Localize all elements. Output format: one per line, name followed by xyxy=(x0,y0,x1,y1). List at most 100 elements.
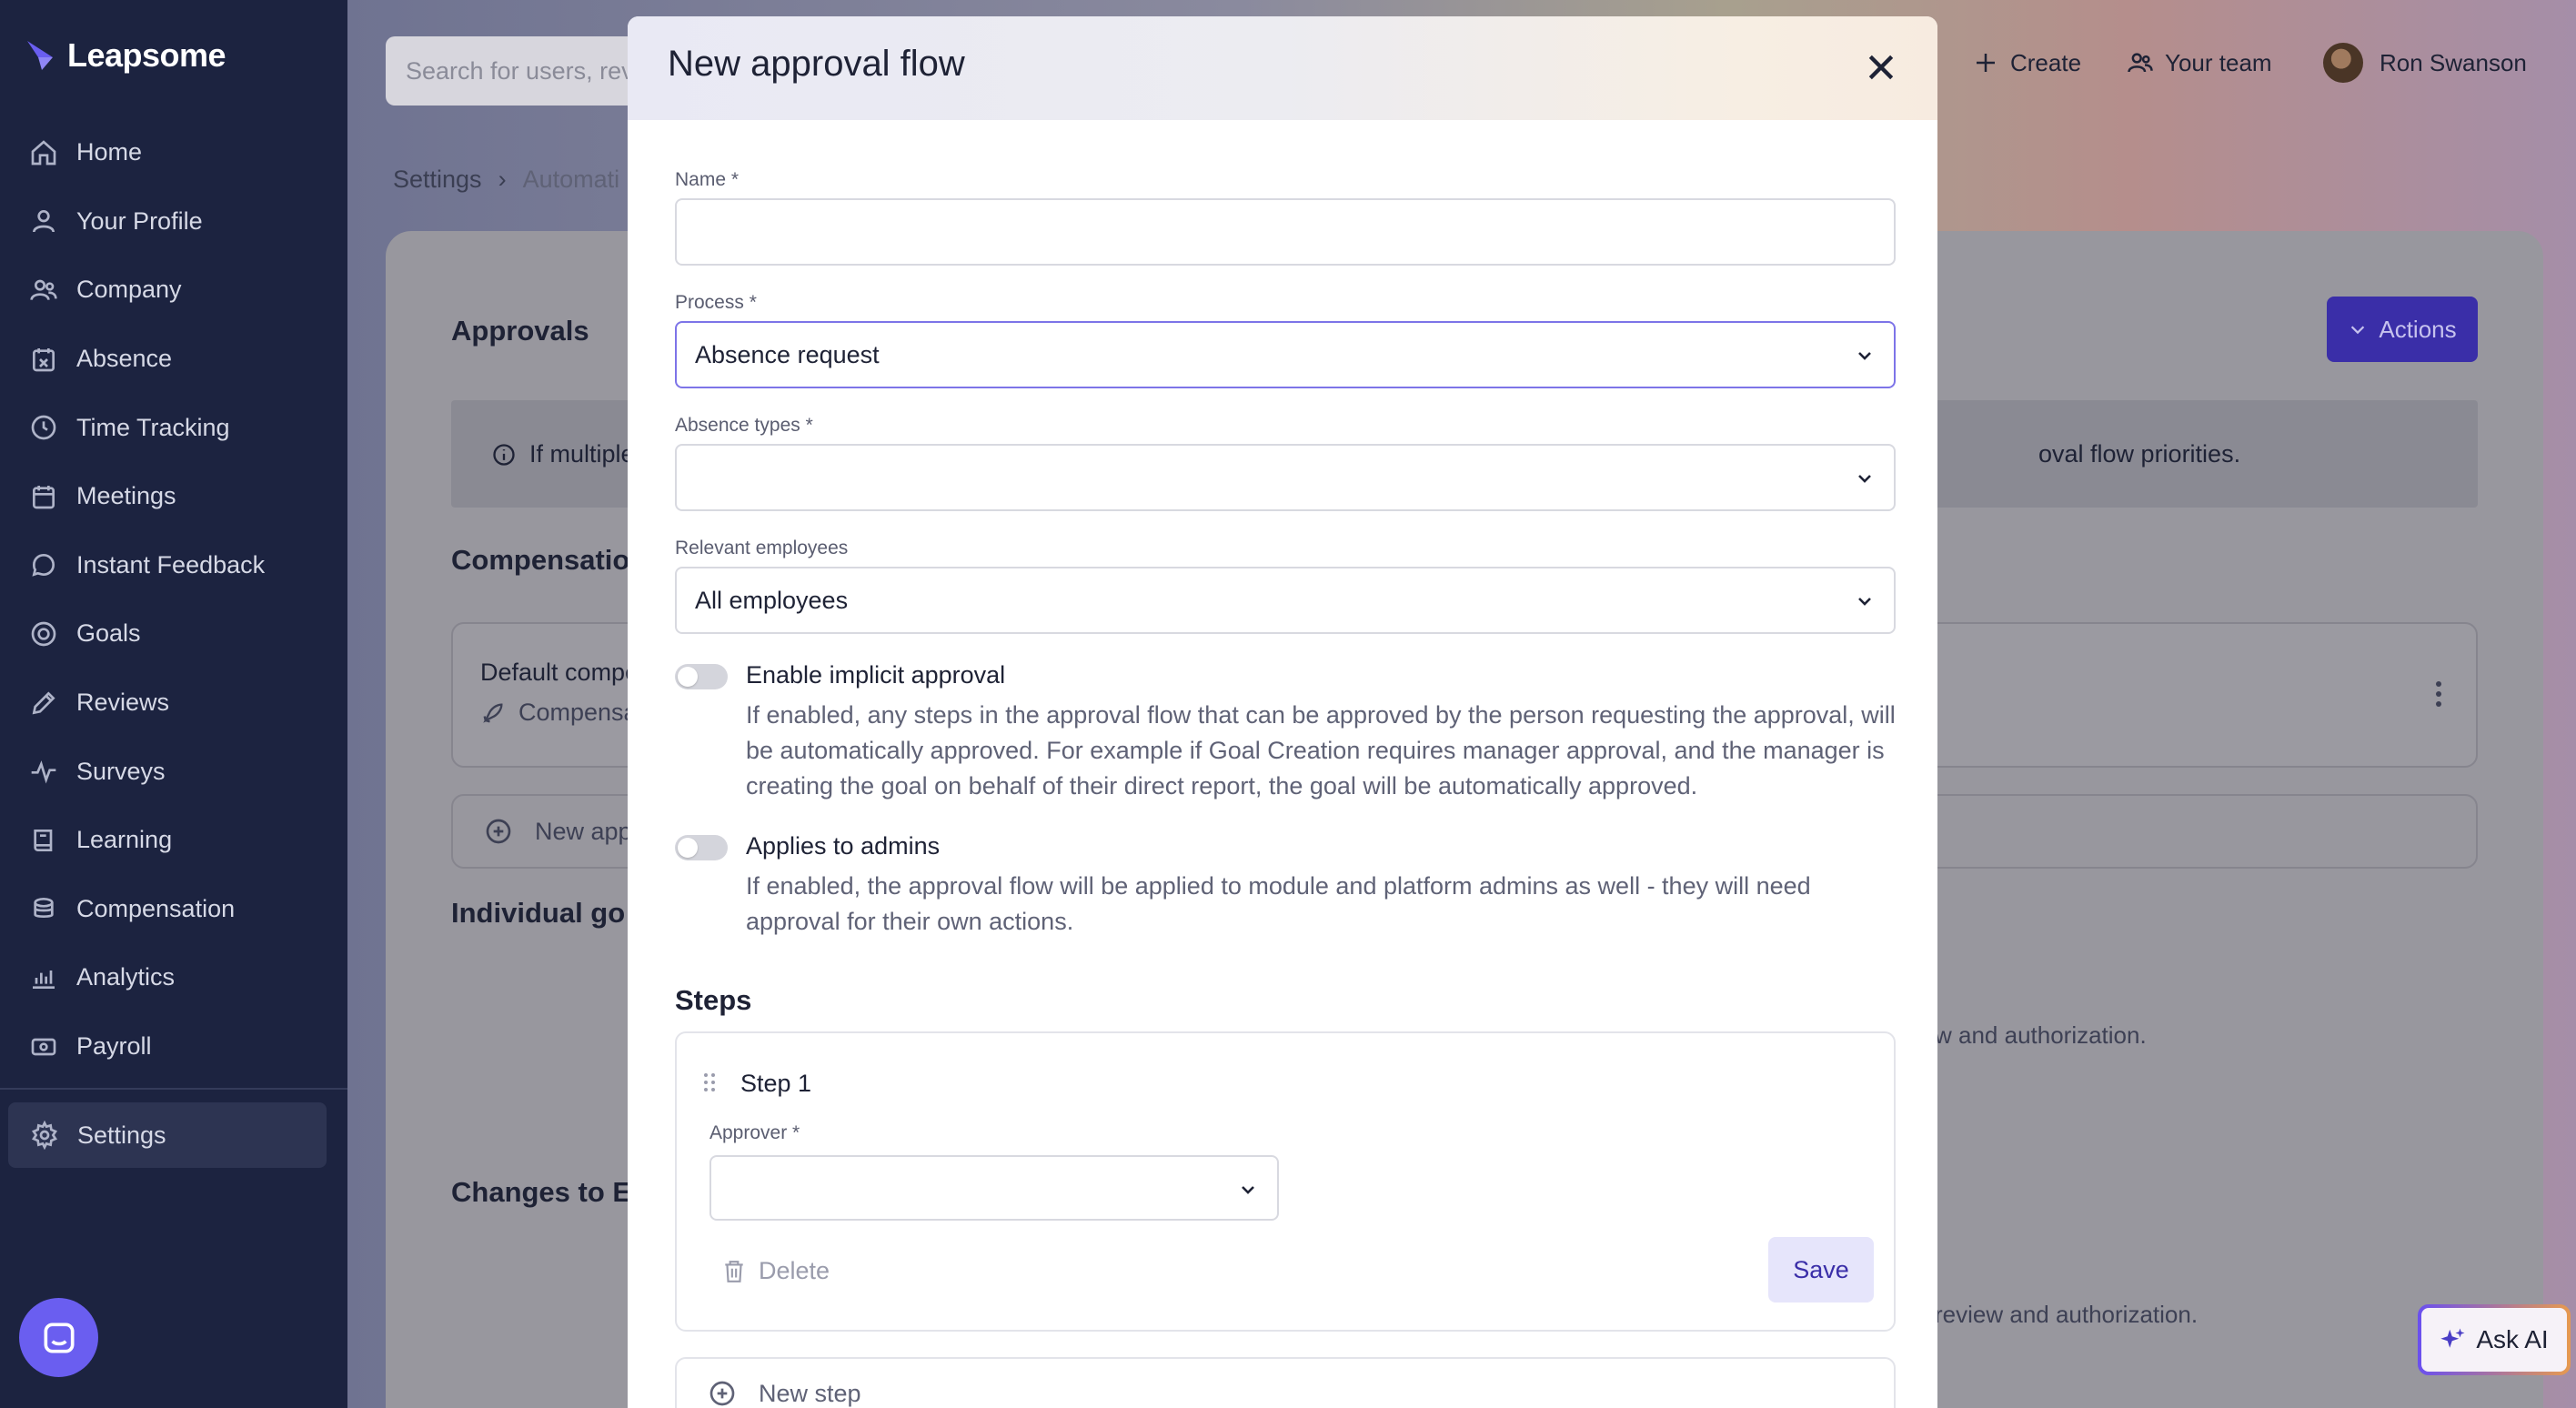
ask-ai-label: Ask AI xyxy=(2476,1325,2549,1353)
flow-subtitle-text: Compensa xyxy=(518,699,638,726)
applies-to-admins-label: Applies to admins xyxy=(746,832,941,860)
clock-icon xyxy=(31,415,56,440)
coins-icon xyxy=(34,898,54,919)
chat-icon xyxy=(32,554,55,578)
drag-handle-icon[interactable] xyxy=(702,1071,717,1093)
changes-empty-text: review and authorization. xyxy=(1935,1301,2199,1328)
modal-title: New approval flow xyxy=(668,44,965,84)
home-icon xyxy=(31,140,56,166)
sidebar-item-compensation[interactable]: Compensation xyxy=(0,875,347,944)
sidebar-item-label: Settings xyxy=(77,1121,166,1149)
sidebar-item-label: Compensation xyxy=(76,894,236,922)
your-team-label: Your team xyxy=(2165,48,2272,76)
rocket-icon xyxy=(483,702,503,723)
sidebar-item-meetings[interactable]: Meetings xyxy=(0,462,347,531)
sidebar: Leapsome Home Your Profile Company Absen… xyxy=(0,0,347,1408)
page-title: Approvals xyxy=(451,315,589,347)
more-options-icon[interactable] xyxy=(2434,680,2443,708)
ask-ai-button[interactable]: Ask AI xyxy=(2418,1304,2571,1375)
name-label: Name * xyxy=(675,169,740,190)
absence-types-select[interactable] xyxy=(675,444,1896,511)
flow-subtitle: Compensa xyxy=(480,699,638,727)
sidebar-item-label: Surveys xyxy=(76,757,166,785)
new-approval-label: New app xyxy=(535,817,632,845)
new-step-label: New step xyxy=(759,1379,861,1407)
chart-icon xyxy=(33,970,55,989)
info-text-end: oval flow priorities. xyxy=(2038,440,2241,468)
delete-step-button[interactable]: Delete xyxy=(722,1257,830,1285)
process-select[interactable]: Absence request xyxy=(675,321,1896,388)
section-changes-title: Changes to E xyxy=(451,1176,632,1208)
applies-to-admins-toggle[interactable] xyxy=(675,835,728,860)
sidebar-item-goals[interactable]: Goals xyxy=(0,599,347,669)
process-value: Absence request xyxy=(695,340,880,368)
sidebar-item-label: Payroll xyxy=(76,1032,152,1061)
implicit-approval-label: Enable implicit approval xyxy=(746,661,1006,689)
chevron-down-icon xyxy=(1858,598,1871,606)
create-button[interactable]: Create xyxy=(1972,40,2081,85)
step-card: Step 1 Approver * Delete Save xyxy=(675,1031,1896,1332)
logo[interactable]: Leapsome xyxy=(25,36,226,75)
actions-button[interactable]: Actions xyxy=(2327,297,2478,362)
sidebar-item-payroll[interactable]: Payroll xyxy=(0,1012,347,1081)
sidebar-item-label: Reviews xyxy=(76,689,170,717)
approver-select[interactable] xyxy=(709,1155,1279,1221)
your-team-button[interactable]: Your team xyxy=(2127,40,2272,85)
book-icon xyxy=(34,829,53,851)
sidebar-item-label: Goals xyxy=(76,619,141,648)
sidebar-item-settings[interactable]: Settings xyxy=(8,1102,327,1168)
sidebar-item-reviews[interactable]: Reviews xyxy=(0,669,347,738)
close-icon xyxy=(1868,55,1894,80)
chevron-down-icon xyxy=(1242,1186,1254,1194)
section-compensation-title: Compensatio xyxy=(451,544,630,576)
plus-circle-icon xyxy=(486,819,511,844)
new-step-button[interactable]: New step xyxy=(675,1357,1896,1408)
sidebar-item-label: Meetings xyxy=(76,482,176,510)
app-name: Leapsome xyxy=(67,36,226,74)
gear-icon xyxy=(32,1121,57,1150)
sidebar-item-analytics[interactable]: Analytics xyxy=(0,943,347,1012)
pulse-icon xyxy=(31,760,56,784)
implicit-approval-toggle[interactable] xyxy=(675,664,728,689)
applies-to-admins-description: If enabled, the approval flow will be ap… xyxy=(746,872,1811,935)
sidebar-item-learning[interactable]: Learning xyxy=(0,806,347,875)
sidebar-item-time-tracking[interactable]: Time Tracking xyxy=(0,393,347,462)
sidebar-item-label: Analytics xyxy=(76,963,176,991)
step-name: Step 1 xyxy=(740,1070,812,1097)
sidebar-item-label: Absence xyxy=(76,345,173,373)
relevant-employees-select[interactable]: All employees xyxy=(675,567,1896,634)
sidebar-item-company[interactable]: Company xyxy=(0,256,347,325)
sidebar-item-label: Company xyxy=(76,276,182,304)
breadcrumb-separator-icon: › xyxy=(498,166,507,193)
sidebar-item-your-profile[interactable]: Your Profile xyxy=(0,187,347,256)
name-input[interactable] xyxy=(675,198,1896,266)
trash-icon xyxy=(725,1260,743,1282)
avatar xyxy=(2323,43,2363,83)
save-step-button[interactable]: Save xyxy=(1768,1237,1874,1302)
sparkle-icon xyxy=(2440,1328,2465,1348)
sidebar-item-instant-feedback[interactable]: Instant Feedback xyxy=(0,531,347,600)
info-text-start: If multiple xyxy=(529,440,635,468)
absence-types-label: Absence types * xyxy=(675,415,813,436)
breadcrumb-settings[interactable]: Settings xyxy=(393,166,482,194)
close-button[interactable] xyxy=(1863,49,1899,85)
calendar-icon xyxy=(33,485,55,509)
sidebar-divider xyxy=(0,1088,347,1090)
sidebar-item-absence[interactable]: Absence xyxy=(0,325,347,394)
users-icon xyxy=(30,279,57,301)
approver-label: Approver * xyxy=(709,1122,800,1143)
section-goals-title: Individual go xyxy=(451,897,626,929)
actions-label: Actions xyxy=(2379,315,2457,343)
breadcrumb-current[interactable]: Automati xyxy=(523,166,620,194)
chevron-down-icon xyxy=(2351,326,2365,335)
user-icon xyxy=(33,210,55,233)
goals-empty-text: w and authorization. xyxy=(1935,1021,2147,1049)
new-approval-flow-modal: New approval flow Name * Process * Absen… xyxy=(628,16,1937,1408)
sidebar-item-label: Instant Feedback xyxy=(76,550,266,578)
plus-icon xyxy=(1977,54,1995,72)
implicit-approval-description: If enabled, any steps in the approval fl… xyxy=(746,701,1896,800)
sidebar-item-home[interactable]: Home xyxy=(0,118,347,187)
support-chat-button[interactable] xyxy=(19,1298,98,1377)
sidebar-item-surveys[interactable]: Surveys xyxy=(0,737,347,806)
user-menu[interactable]: Ron Swanson xyxy=(2323,40,2527,85)
